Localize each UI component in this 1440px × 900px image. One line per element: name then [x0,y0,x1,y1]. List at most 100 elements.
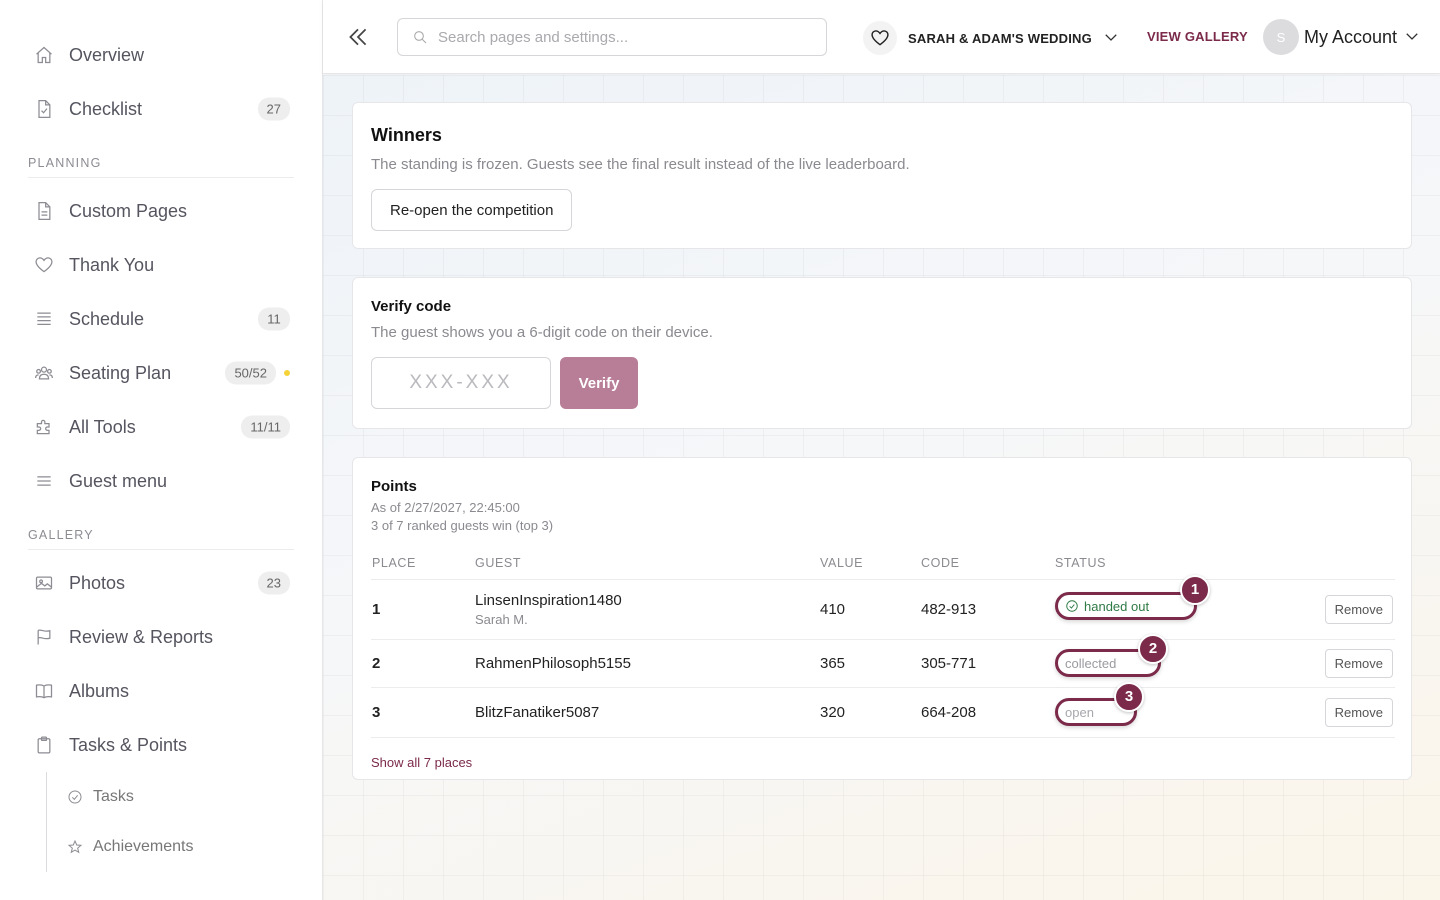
sidebar-item-label: Review & Reports [69,626,214,647]
table-row: 3 BlitzFanatiker5087 320 664-208 open 3 … [371,681,1395,738]
top-bar: SARAH & ADAM'S WEDDING VIEW GALLERY S My… [323,0,1440,74]
flag-icon [33,626,55,648]
check-circle-icon [66,788,84,806]
account-menu[interactable]: S My Account [1263,19,1421,55]
sidebar-item-label: Photos [69,572,126,593]
sidebar-subitem-achievements[interactable]: Achievements [47,822,322,872]
guest-real-name: Sarah M. [475,611,528,627]
annotation-marker: 2 [1138,633,1168,664]
image-icon [33,572,55,594]
sidebar-item-photos[interactable]: Photos 23 [0,556,322,610]
guest-cell: LinsenInspiration1480 Sarah M. [474,579,819,640]
sidebar-item-schedule[interactable]: Schedule 11 [0,292,322,346]
card-title: Points [371,478,417,495]
sidebar-item-label: Achievements [93,838,194,855]
verify-code-card: Verify code The guest shows you a 6-digi… [352,277,1412,429]
sidebar-item-label: Schedule [69,308,145,329]
sidebar-item-label: Seating Plan [69,362,172,383]
avatar: S [1263,19,1299,55]
place-cell: 3 [371,687,474,738]
star-icon [66,838,84,856]
code-input[interactable] [371,357,551,409]
puzzle-icon [33,416,55,438]
card-title: Verify code [371,298,452,315]
value-cell: 320 [819,687,920,738]
column-header: VALUE [819,547,920,580]
status-dot [284,370,290,376]
sidebar-item-tasks-points[interactable]: Tasks & Points [0,718,322,772]
guest-cell: RahmenPhilosoph5155 [474,639,819,688]
column-header: CODE [920,547,1054,580]
status-cell: handed out 1 [1054,574,1254,640]
status-label: collected [1065,655,1117,671]
collapse-sidebar-button[interactable] [345,24,371,50]
search-input[interactable] [438,28,808,46]
sidebar-item-label: Thank You [69,254,155,275]
menu-icon [33,470,55,492]
guest-cell: BlitzFanatiker5087 [474,687,819,738]
verify-button[interactable]: Verify [560,357,638,409]
code-cell: 305-771 [920,639,1054,688]
sidebar-item-custom-pages[interactable]: Custom Pages [0,184,322,238]
page-icon [33,200,55,222]
check-circle-icon [1066,600,1078,612]
actions-cell: Remove [1254,639,1395,688]
book-icon [33,680,55,702]
sidebar-item-checklist[interactable]: Checklist 27 [0,82,322,136]
view-gallery-link[interactable]: VIEW GALLERY [1147,29,1248,44]
search-icon [414,31,427,44]
as-of-timestamp: As of 2/27/2027, 22:45:00 [371,500,520,515]
remove-button[interactable]: Remove [1324,594,1393,624]
table-row: 1 LinsenInspiration1480 Sarah M. 410 482… [371,574,1395,640]
sidebar-item-label: Tasks & Points [69,734,188,755]
search-box [397,18,827,56]
sidebar-item-label: Overview [69,44,145,65]
wedding-selector[interactable]: SARAH & ADAM'S WEDDING [863,20,1120,56]
card-title: Winners [371,125,442,145]
section-title-planning: PLANNING [28,156,294,178]
show-all-places-link[interactable]: Show all 7 places [371,755,472,770]
status-badge[interactable]: handed out [1055,592,1197,620]
sidebar-item-overview[interactable]: Overview [0,28,322,82]
table-row: 2 RahmenPhilosoph5155 365 305-771 collec… [371,633,1395,688]
sidebar-subitem-tasks[interactable]: Tasks [47,772,322,822]
remove-button[interactable]: Remove [1324,697,1393,727]
status-label: open [1065,704,1094,720]
guest-name: BlitzFanatiker5087 [475,703,600,721]
annotation-marker: 3 [1114,681,1144,712]
home-icon [33,44,55,66]
code-cell: 664-208 [920,687,1054,738]
actions-cell: Remove [1254,687,1395,738]
main-content: Winners The standing is frozen. Guests s… [323,75,1440,900]
section-title-gallery: GALLERY [28,528,294,550]
status-label: handed out [1084,598,1150,614]
place-cell: 2 [371,639,474,688]
place-cell: 1 [371,579,474,640]
sidebar-item-label: Checklist [69,98,143,119]
status-cell: collected 2 [1054,633,1254,688]
winners-summary: 3 of 7 ranked guests win (top 3) [371,518,554,533]
reopen-competition-button[interactable]: Re-open the competition [371,189,573,231]
clipboard-icon [33,734,55,756]
column-header: STATUS [1054,547,1254,580]
count-badge: 50/52 [225,361,276,385]
sidebar-item-label: Tasks [93,788,134,805]
column-header: PLACE [371,547,474,580]
count-badge: 11 [258,307,290,331]
actions-cell: Remove [1254,579,1395,640]
sidebar-item-label: Custom Pages [69,200,188,221]
sidebar-item-label: All Tools [69,416,136,437]
count-badge: 27 [257,97,290,121]
sidebar-item-albums[interactable]: Albums [0,664,322,718]
sidebar-item-seating-plan[interactable]: Seating Plan 50/52 [0,346,322,400]
checklist-icon [33,98,55,120]
sidebar-item-thank-you[interactable]: Thank You [0,238,322,292]
account-label: My Account [1304,26,1398,47]
sidebar-item-review-reports[interactable]: Review & Reports [0,610,322,664]
remove-button[interactable]: Remove [1324,648,1393,678]
sidebar-item-guest-menu[interactable]: Guest menu [0,454,322,508]
card-description: The standing is frozen. Guests see the f… [371,156,910,173]
sidebar-item-all-tools[interactable]: All Tools 11/11 [0,400,322,454]
sidebar-item-label: Albums [69,680,130,701]
double-chevron-left-icon [349,28,367,46]
